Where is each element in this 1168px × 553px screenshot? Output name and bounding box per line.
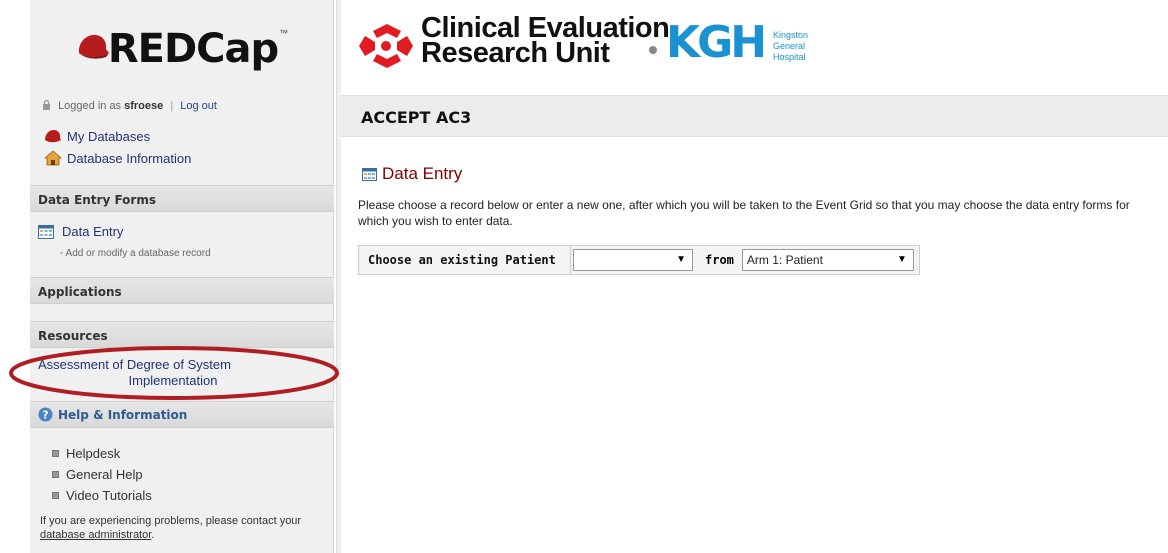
data-entry-link[interactable]: Data Entry — [38, 224, 123, 239]
record-chooser: Choose an existing Patient ▼ from Arm 1:… — [358, 245, 920, 275]
database-admin-link[interactable]: database administrator — [40, 529, 151, 541]
header-banner: Clinical Evaluation Research Unit KGH Ki… — [341, 0, 1168, 95]
help-item-label: Helpdesk — [66, 446, 121, 461]
database-info-link[interactable]: Database Information — [44, 150, 191, 166]
project-title: ACCEPT AC3 — [361, 108, 472, 127]
trademark: ™ — [279, 28, 289, 38]
help-item-video-tutorials[interactable]: Video Tutorials — [52, 485, 152, 506]
help-icon: ? — [38, 407, 53, 422]
database-info-label: Database Information — [67, 150, 192, 166]
data-entry-label: Data Entry — [62, 224, 124, 239]
redcap-hat-icon — [45, 130, 61, 143]
login-status: Logged in as sfroese | Log out — [42, 100, 217, 112]
arm-select-value: Arm 1: Patient — [746, 253, 823, 267]
page-title: Data Entry — [362, 164, 462, 184]
redcap-hat-icon — [78, 34, 109, 59]
kgh-subtitle: Kingston General Hospital — [773, 30, 808, 63]
contact-note: If you are experiencing problems, please… — [40, 514, 330, 542]
logout-link[interactable]: Log out — [180, 100, 217, 112]
cru-title: Clinical Evaluation Research Unit — [421, 14, 670, 69]
help-item-helpdesk[interactable]: Helpdesk — [52, 443, 152, 464]
svg-text:?: ? — [42, 409, 48, 422]
dropdown-arrow-icon: ▼ — [897, 254, 907, 265]
contact-text: If you are experiencing problems, please… — [40, 515, 302, 527]
arm-select[interactable]: Arm 1: Patient ▼ — [741, 249, 914, 271]
table-icon — [38, 224, 54, 239]
help-item-label: Video Tutorials — [66, 488, 152, 503]
from-label: from — [705, 253, 734, 267]
logged-in-prefix: Logged in as — [58, 100, 122, 112]
page-title-text: Data Entry — [382, 164, 463, 183]
kgh-logo: KGH — [666, 17, 767, 68]
divider-dot — [649, 46, 657, 54]
choose-patient-label: Choose an existing Patient — [359, 246, 571, 274]
lock-icon — [43, 100, 50, 110]
kgh-sub-line2: General — [773, 41, 806, 51]
help-list: Helpdesk General Help Video Tutorials — [52, 443, 152, 506]
redcap-logo[interactable]: REDCap ™ — [30, 14, 334, 84]
username: sfroese — [124, 100, 164, 112]
data-entry-description: - Add or modify a database record — [60, 248, 211, 259]
kgh-sub-line3: Hospital — [773, 52, 806, 62]
resource-assessment-link[interactable]: Assessment of Degree of System Implement… — [38, 357, 308, 389]
section-data-entry-forms: Data Entry Forms — [30, 185, 334, 212]
section-resources: Resources — [30, 321, 334, 348]
instructions: Please choose a record below or enter a … — [358, 198, 1130, 228]
house-icon — [44, 150, 62, 166]
project-title-bar: ACCEPT AC3 — [341, 95, 1168, 137]
bullet-icon — [52, 450, 59, 457]
resource-link-line2: Implementation — [128, 373, 218, 388]
resource-link-line1: Assessment of Degree of System — [38, 357, 231, 372]
section-applications: Applications — [30, 277, 334, 304]
patient-select[interactable]: ▼ — [573, 249, 693, 271]
kgh-sub-line1: Kingston — [773, 30, 809, 40]
help-item-label: General Help — [66, 467, 143, 482]
cru-logo-icon — [359, 24, 413, 68]
section-help: ? Help & Information — [30, 401, 334, 428]
bullet-icon — [52, 492, 59, 499]
my-databases-label: My Databases — [67, 128, 151, 144]
dropdown-arrow-icon: ▼ — [676, 254, 686, 265]
table-icon — [362, 167, 377, 181]
contact-end: . — [151, 529, 155, 541]
cru-title-line2: Research Unit — [421, 37, 610, 69]
my-databases-link[interactable]: My Databases — [44, 128, 150, 144]
bullet-icon — [52, 471, 59, 478]
help-heading: Help & Information — [58, 407, 188, 422]
separator: | — [170, 100, 174, 112]
help-item-general-help[interactable]: General Help — [52, 464, 152, 485]
sidebar: REDCap ™ Logged in as sfroese | Log out … — [0, 0, 341, 553]
app-name: REDCap — [107, 26, 279, 72]
